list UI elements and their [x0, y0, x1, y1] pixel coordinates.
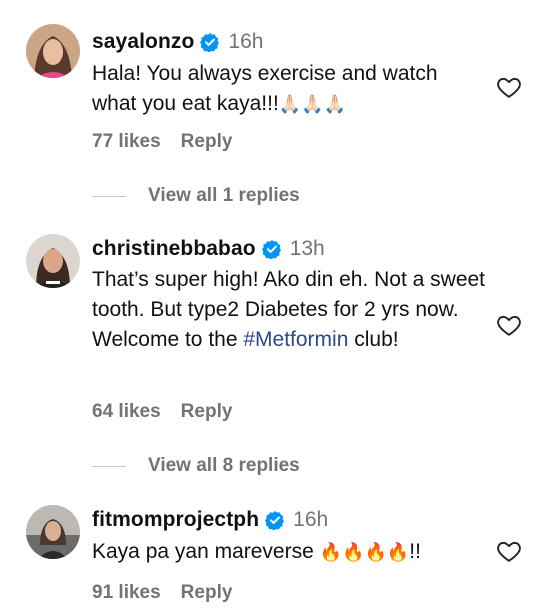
comment-header: sayalonzo 16h — [92, 29, 263, 55]
avatar[interactable] — [26, 234, 80, 288]
reply-button[interactable]: Reply — [181, 401, 233, 423]
view-replies-button[interactable]: View all 8 replies — [92, 455, 300, 477]
comment-body-end: !! — [409, 540, 421, 563]
username[interactable]: christinebbabao — [92, 237, 256, 261]
comment-body: Hala! You always exercise and watch what… — [92, 62, 438, 115]
timestamp: 16h — [228, 30, 264, 53]
likes-count[interactable]: 77 likes — [92, 131, 161, 153]
view-replies-button[interactable]: View all 1 replies — [92, 185, 300, 207]
reply-button[interactable]: Reply — [181, 131, 233, 153]
comment-meta: 91 likes Reply — [92, 582, 232, 604]
comment-header: christinebbabao 13h — [92, 236, 325, 262]
reply-button[interactable]: Reply — [181, 582, 233, 604]
view-replies-label: View all 8 replies — [148, 455, 300, 476]
avatar[interactable] — [26, 505, 80, 559]
comment-text: Hala! You always exercise and watch what… — [92, 59, 487, 119]
username[interactable]: sayalonzo — [92, 30, 194, 54]
verified-badge-icon — [261, 240, 281, 259]
verified-badge-icon — [200, 33, 220, 52]
like-heart-icon[interactable] — [496, 312, 522, 338]
emoji: 🙏🏻🙏🏻🙏🏻 — [278, 94, 347, 114]
verified-badge-icon — [265, 511, 285, 530]
comment-meta: 64 likes Reply — [92, 401, 232, 423]
comment-meta: 77 likes Reply — [92, 131, 232, 153]
like-heart-icon[interactable] — [496, 74, 522, 100]
likes-count[interactable]: 91 likes — [92, 582, 161, 604]
username[interactable]: fitmomprojectph — [92, 508, 259, 532]
comment-text: Kaya pa yan mareverse 🔥🔥🔥🔥!! — [92, 537, 487, 567]
timestamp: 13h — [289, 237, 325, 260]
hashtag-link[interactable]: #Metformin — [243, 328, 348, 351]
like-heart-icon[interactable] — [496, 538, 522, 564]
avatar[interactable] — [26, 24, 80, 78]
comment-body: Kaya pa yan mareverse — [92, 540, 320, 563]
comment-text: That’s super high! Ako din eh. Not a swe… — [92, 265, 487, 355]
emoji: 🔥🔥🔥🔥 — [319, 542, 410, 562]
divider-line — [92, 195, 126, 197]
comment-header: fitmomprojectph 16h — [92, 507, 328, 533]
timestamp: 16h — [293, 508, 329, 531]
view-replies-label: View all 1 replies — [148, 185, 300, 206]
avatar-image — [26, 24, 80, 78]
divider-line — [92, 465, 126, 467]
likes-count[interactable]: 64 likes — [92, 401, 161, 423]
avatar-image — [26, 505, 80, 559]
avatar-image — [26, 234, 80, 288]
comment-body-end: club! — [348, 328, 399, 351]
